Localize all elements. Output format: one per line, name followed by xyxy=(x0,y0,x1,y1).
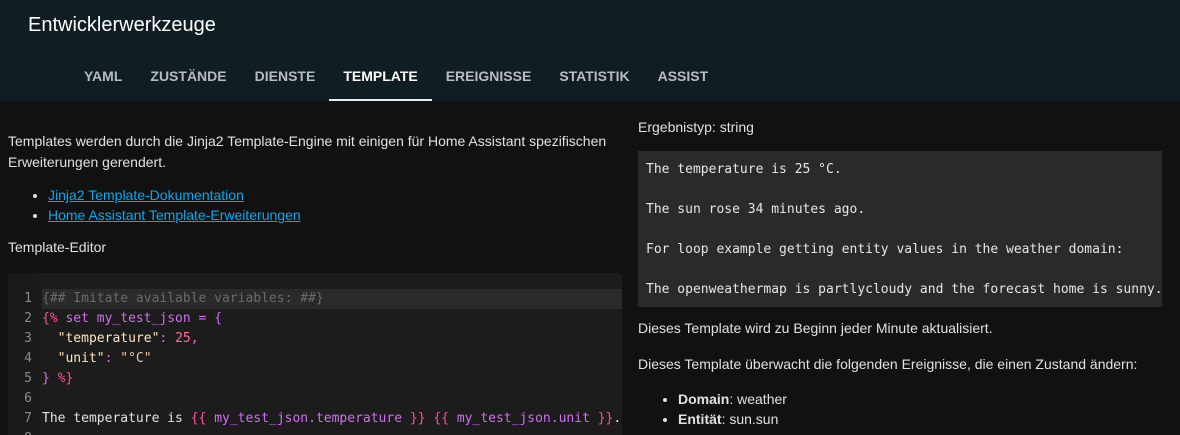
list-item: Home Assistant Template-Erweiterungen xyxy=(48,205,301,225)
listeners-note: Dieses Template überwacht die folgenden … xyxy=(638,356,1138,372)
code-line[interactable]: The temperature is {{ my_test_json.tempe… xyxy=(42,409,622,429)
listener-value: : weather xyxy=(729,391,787,407)
ha-template-extensions-link[interactable]: Home Assistant Template-Erweiterungen xyxy=(48,207,301,223)
listener-label: Entität xyxy=(678,411,722,427)
line-number: 6 xyxy=(24,391,32,406)
tab-services[interactable]: DIENSTE xyxy=(241,52,330,101)
result-line: For loop example getting entity values i… xyxy=(646,242,1124,257)
tab-assist[interactable]: ASSIST xyxy=(644,52,723,101)
line-number: 8 xyxy=(8,429,38,435)
list-item: Domain: weather xyxy=(678,389,787,409)
code-text: . xyxy=(613,411,622,426)
doc-links: Jinja2 Template-Dokumentation Home Assis… xyxy=(30,185,301,225)
line-number: 3 xyxy=(24,331,32,346)
code-punct: } xyxy=(42,371,58,386)
line-number: 4 xyxy=(24,351,32,366)
result-blank-line xyxy=(646,260,1154,280)
code-tag: }} xyxy=(597,411,614,426)
result-blank-line xyxy=(646,180,1154,200)
line-number: 2 xyxy=(24,311,32,326)
list-item: Jinja2 Template-Dokumentation xyxy=(48,185,301,205)
jinja2-docs-link[interactable]: Jinja2 Template-Dokumentation xyxy=(48,187,244,203)
line-number: 7 xyxy=(24,411,32,426)
editor-gutter: 1 2 3 4 5 6 7 8 xyxy=(8,289,38,435)
listener-label: Domain xyxy=(678,391,730,407)
code-punct: : xyxy=(104,351,121,366)
tab-yaml[interactable]: YAML xyxy=(70,52,136,101)
code-key: "temperature" xyxy=(42,331,160,346)
update-note: Dieses Template wird zu Beginn jeder Min… xyxy=(638,320,993,336)
code-tag: }} xyxy=(409,411,426,426)
tab-statistics[interactable]: STATISTIK xyxy=(545,52,643,101)
list-item: Entität: sun.sun xyxy=(678,409,787,429)
code-string: "°C" xyxy=(120,351,152,366)
app-header: Entwicklerwerkzeuge YAML ZUSTÄNDE DIENST… xyxy=(0,0,1180,101)
result-output: The temperature is 25 °C. The sun rose 3… xyxy=(638,151,1163,307)
code-tag: {{ xyxy=(190,411,207,426)
code-variable: my_test_json.unit xyxy=(449,411,598,426)
tab-template[interactable]: TEMPLATE xyxy=(329,52,433,101)
tab-events[interactable]: EREIGNISSE xyxy=(432,52,546,101)
tab-bar: YAML ZUSTÄNDE DIENSTE TEMPLATE EREIGNISS… xyxy=(70,52,722,101)
result-line: The sun rose 34 minutes ago. xyxy=(646,202,866,217)
code-tag: %} xyxy=(57,371,74,386)
code-key: "unit" xyxy=(42,351,105,366)
listeners-list: Domain: weather Entität: sun.sun xyxy=(660,389,787,429)
result-line: The openweathermap is partlycloudy and t… xyxy=(646,282,1163,297)
code-line[interactable]: "temperature": 25, xyxy=(42,329,622,349)
code-line[interactable]: } %} xyxy=(42,369,622,389)
code-line[interactable]: "unit": "°C" xyxy=(42,349,622,369)
intro-text: Templates werden durch die Jinja2 Templa… xyxy=(8,133,607,170)
code-variable: my_test_json.temperature xyxy=(206,411,410,426)
code-punct: : xyxy=(159,331,176,346)
code-line[interactable]: {% set my_test_json = { xyxy=(42,309,622,329)
code-line[interactable] xyxy=(42,429,622,435)
result-blank-line xyxy=(646,220,1154,240)
template-editor[interactable]: 1 2 3 4 5 6 7 8 {## Imitate available va… xyxy=(8,273,622,435)
template-editor-label: Template-Editor xyxy=(8,239,107,255)
line-number: 1 xyxy=(24,291,32,306)
code-tag: {{ xyxy=(433,411,450,426)
result-line: The temperature is 25 °C. xyxy=(646,162,842,177)
tab-states[interactable]: ZUSTÄNDE xyxy=(136,52,240,101)
code-line[interactable]: {## Imitate available variables: ##} xyxy=(42,289,622,309)
editor-code-area[interactable]: {## Imitate available variables: ##} {% … xyxy=(42,289,622,435)
code-comment: {## Imitate available variables: ##} xyxy=(42,291,324,306)
result-type: Ergebnistyp: string xyxy=(638,119,754,135)
code-statement: set my_test_json = { xyxy=(57,311,223,326)
listener-value: : sun.sun xyxy=(721,411,779,427)
code-tag: {% xyxy=(42,311,58,326)
code-line[interactable] xyxy=(42,389,622,409)
code-text: The temperature is xyxy=(42,411,191,426)
page-title: Entwicklerwerkzeuge xyxy=(28,14,216,36)
line-number: 5 xyxy=(24,371,32,386)
code-punct: , xyxy=(190,331,199,346)
code-number: 25 xyxy=(175,331,191,346)
